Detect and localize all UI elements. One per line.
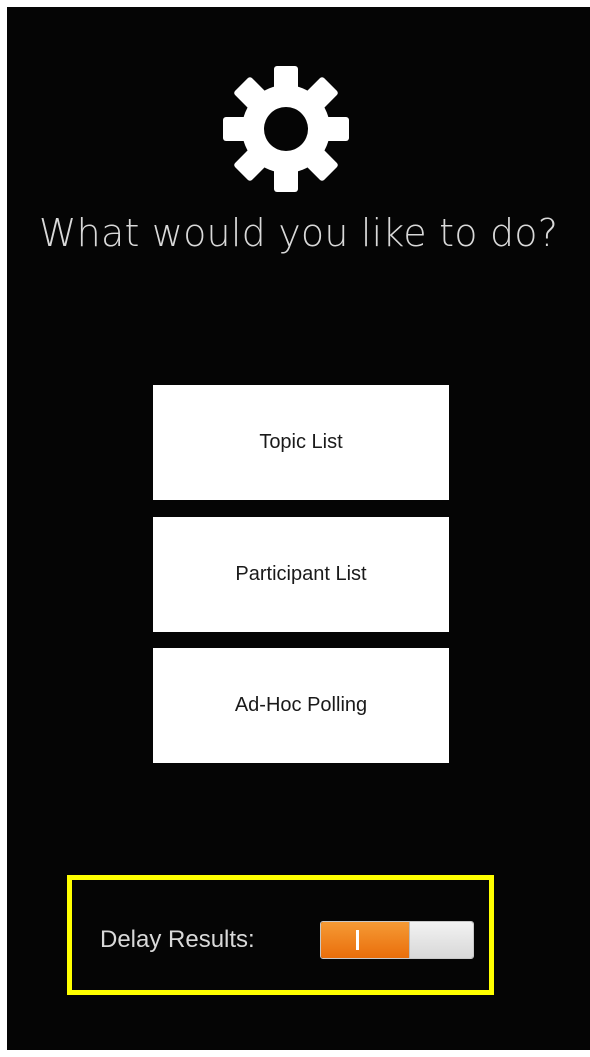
gear-icon [223, 66, 349, 192]
toggle-on-track [321, 922, 409, 958]
page-title: What would you like to do? [38, 211, 559, 255]
toggle-on-indicator [356, 930, 359, 950]
topic-list-button[interactable]: Topic List [153, 385, 449, 500]
participant-list-button[interactable]: Participant List [153, 517, 449, 632]
toggle-thumb[interactable] [409, 922, 473, 958]
delay-results-toggle[interactable] [320, 921, 474, 959]
ad-hoc-polling-button[interactable]: Ad-Hoc Polling [153, 648, 449, 763]
app-window: What would you like to do? Topic List Pa… [7, 7, 590, 1050]
delay-results-label: Delay Results: [100, 926, 255, 953]
